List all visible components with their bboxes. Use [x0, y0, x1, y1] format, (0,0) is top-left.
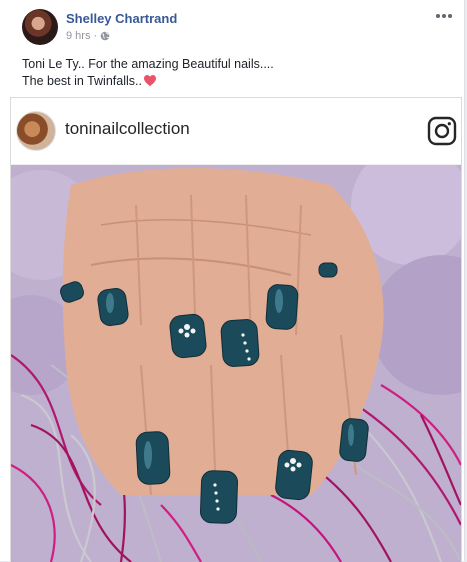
caption-line-2: The best in Twinfalls.. [22, 73, 442, 90]
instagram-icon[interactable] [427, 116, 457, 146]
caption-line-2-text: The best in Twinfalls.. [22, 74, 142, 88]
instagram-avatar[interactable] [16, 111, 56, 151]
heart-icon [143, 74, 157, 87]
globe-icon[interactable] [100, 31, 110, 41]
post-caption: Toni Le Ty.. For the amazing Beautiful n… [22, 56, 442, 90]
meta-separator: · [93, 30, 98, 42]
ellipsis-icon[interactable] [434, 8, 454, 28]
author-name[interactable]: Shelley Chartrand [66, 11, 177, 26]
author-avatar[interactable] [22, 9, 58, 45]
caption-line-1: Toni Le Ty.. For the amazing Beautiful n… [22, 57, 274, 71]
instagram-username[interactable]: toninailcollection [65, 119, 190, 139]
instagram-header: toninailcollection [11, 98, 461, 165]
post-header: Shelley Chartrand 9 hrs · [0, 0, 464, 50]
post-timestamp[interactable]: 9 hrs [66, 30, 90, 42]
manicured-nails-photo[interactable] [11, 165, 461, 562]
instagram-embed[interactable]: toninailcollection [10, 97, 462, 562]
facebook-post: Shelley Chartrand 9 hrs · Toni Le Ty.. F… [0, 0, 465, 562]
post-meta: 9 hrs · [66, 30, 110, 42]
